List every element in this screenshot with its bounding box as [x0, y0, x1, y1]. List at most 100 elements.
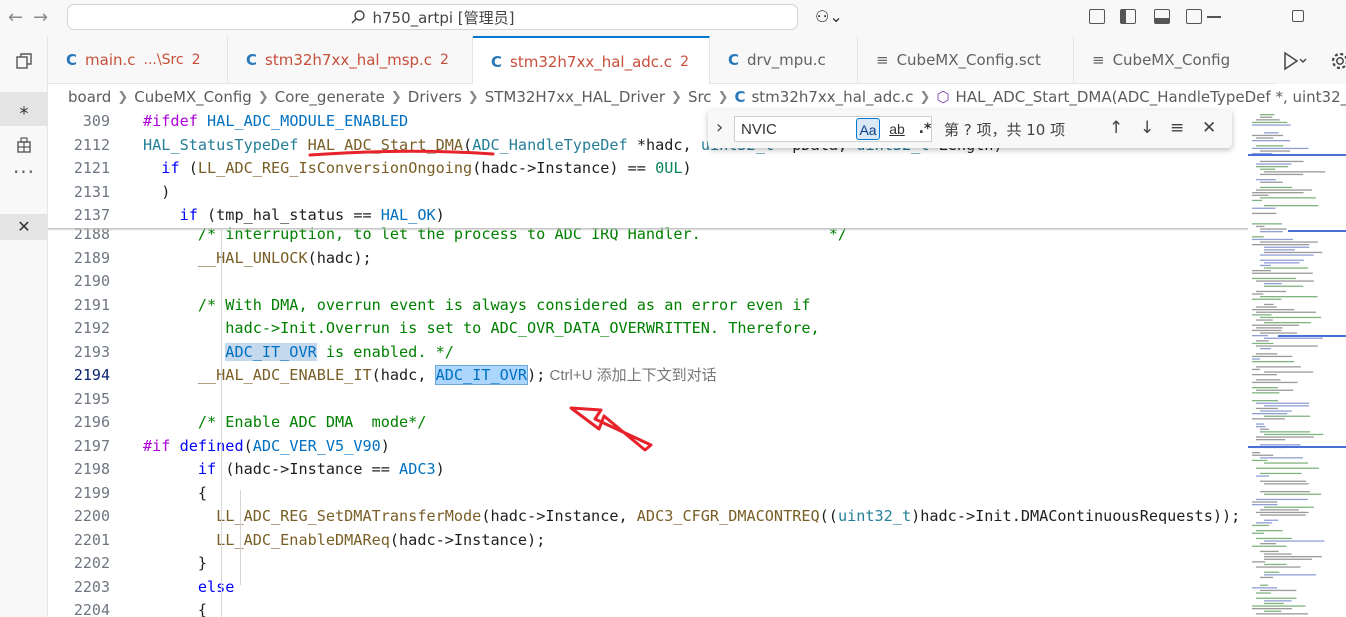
- toggle-replace-icon[interactable]: ›: [716, 117, 723, 138]
- minimap-line: [1256, 566, 1301, 568]
- close-icon[interactable]: ✕: [0, 214, 48, 240]
- minimap-line: [1264, 171, 1326, 173]
- minimap-line: [1256, 613, 1309, 615]
- code-line[interactable]: 2201 LL_ADC_EnableDMAReq(hadc->Instance)…: [48, 529, 1248, 552]
- run-debug-icon[interactable]: [1283, 51, 1307, 71]
- minimap-line: [1256, 439, 1286, 441]
- tab-hal-msp-c[interactable]: C stm32h7xx_hal_msp.c 2: [228, 36, 473, 84]
- tab-drv-mpu-c[interactable]: C drv_mpu.c: [710, 36, 858, 84]
- minimap-line: [1256, 522, 1273, 524]
- minimize-icon[interactable]: [1207, 16, 1221, 18]
- minimap-line: [1264, 556, 1322, 558]
- minimap-line: [1260, 589, 1297, 592]
- back-icon[interactable]: ←: [8, 7, 23, 28]
- minimap-line: [1264, 405, 1309, 407]
- tab-hal-adc-c[interactable]: C stm32h7xx_hal_adc.c 2 ✕: [473, 36, 710, 85]
- copilot-icon[interactable]: ⚇⌄: [815, 7, 843, 26]
- command-center-search[interactable]: h750_artpi [管理员]: [67, 4, 798, 30]
- minimap-line: [1252, 587, 1278, 589]
- minimap-line: [1256, 436, 1314, 438]
- minimap-match-marker: [1288, 230, 1346, 232]
- minimap-line: [1256, 407, 1278, 410]
- match-whole-word-toggle[interactable]: ab: [885, 118, 909, 140]
- breadcrumb-item[interactable]: STM32H7xx_HAL_Driver: [485, 88, 665, 106]
- c-file-icon: C: [728, 51, 740, 69]
- breadcrumb-item[interactable]: Core_generate: [275, 88, 385, 106]
- minimap-line: [1260, 197, 1316, 199]
- minimap-line: [1252, 192, 1304, 194]
- minimap-line: [1252, 452, 1261, 454]
- forward-icon[interactable]: →: [33, 7, 48, 28]
- minimap-line: [1264, 371, 1314, 373]
- minimap-line: [1264, 249, 1295, 251]
- code-line[interactable]: 2203 else: [48, 576, 1248, 599]
- minimap-line: [1260, 509, 1299, 511]
- minimap-line: [1264, 540, 1325, 542]
- minimap-line: [1256, 189, 1312, 191]
- minimap-line: [1260, 254, 1314, 256]
- use-regex-toggle[interactable]: .*: [913, 118, 937, 140]
- search-icon: [351, 10, 366, 24]
- minimap-line: [1260, 332, 1297, 334]
- c-file-icon: C: [491, 52, 503, 71]
- code-line[interactable]: 2204 {: [48, 599, 1248, 617]
- line-number: 2203: [73, 577, 110, 596]
- match-case-toggle[interactable]: Aa: [856, 118, 880, 140]
- tab-cubemx-config[interactable]: ≡ CubeMX_Config: [1074, 36, 1275, 84]
- minimap-match-marker: [1278, 335, 1346, 337]
- problem-badge: 2: [440, 52, 449, 68]
- minimap-line: [1256, 592, 1271, 594]
- minimap-line: [1256, 166, 1289, 168]
- minimap-line: [1252, 272, 1313, 274]
- minimap-line: [1264, 600, 1292, 602]
- minimap-line: [1264, 574, 1317, 576]
- minimap-line: [1256, 423, 1265, 425]
- minimap-line: [1252, 147, 1309, 150]
- next-match-icon[interactable]: ↓: [1140, 118, 1154, 138]
- minimap-line: [1256, 511, 1309, 514]
- extensions-icon[interactable]: [0, 136, 48, 159]
- minimap-line: [1260, 550, 1279, 553]
- toggle-primary-sidebar-icon[interactable]: [1120, 9, 1136, 24]
- minimap-line: [1260, 457, 1303, 459]
- tab-main-c[interactable]: C main.c ...\Src 2: [48, 36, 228, 84]
- toggle-secondary-sidebar-icon[interactable]: [1186, 9, 1202, 24]
- code-line[interactable]: 2200 LL_ADC_REG_SetDMATransferMode(hadc-…: [48, 505, 1248, 528]
- tab-label: CubeMX_Config: [1112, 51, 1231, 69]
- gear-icon[interactable]: [1330, 51, 1346, 71]
- minimap-line: [1260, 472, 1302, 475]
- breadcrumb-file[interactable]: stm32h7xx_hal_adc.c: [751, 88, 913, 106]
- more-icon[interactable]: ···: [0, 160, 48, 184]
- minimap-line: [1252, 238, 1294, 241]
- title-bar: ← → h750_artpi [管理员] ⚇⌄: [0, 0, 1346, 36]
- breadcrumb-item[interactable]: Src: [688, 88, 712, 106]
- minimap-line: [1252, 374, 1278, 376]
- minimap-line: [1256, 225, 1265, 228]
- minimap-line: [1252, 134, 1284, 137]
- restore-icon[interactable]: [1292, 10, 1304, 22]
- minimap-line: [1256, 379, 1281, 381]
- find-in-selection-icon[interactable]: ≡: [1170, 118, 1184, 138]
- chevron-right-icon: ❯: [467, 89, 479, 105]
- breadcrumb-item[interactable]: CubeMX_Config: [134, 88, 252, 106]
- toggle-panel-icon[interactable]: [1154, 9, 1170, 24]
- minimap-match-marker: [1248, 446, 1346, 448]
- code-line[interactable]: 2199 {: [48, 482, 1248, 505]
- minimap-line: [1264, 563, 1287, 566]
- explorer-icon[interactable]: [0, 52, 48, 75]
- close-icon[interactable]: ✕: [1202, 118, 1216, 138]
- code-editor[interactable]: 309 #ifdef HAL_ADC_MODULE_ENABLED 2112 HAL_…: [48, 110, 1248, 617]
- breadcrumb-item[interactable]: board: [68, 88, 111, 106]
- minimap-line: [1260, 160, 1304, 163]
- customize-layout-icon[interactable]: [1089, 9, 1105, 24]
- breadcrumb-item[interactable]: Drivers: [408, 88, 462, 106]
- minimap-line: [1256, 119, 1280, 121]
- code-line[interactable]: 2202 }: [48, 552, 1248, 575]
- minimap-line: [1256, 475, 1270, 477]
- tab-cubemx-config-sct[interactable]: ≡ CubeMX_Config.sct: [858, 36, 1074, 84]
- breadcrumb-symbol[interactable]: HAL_ADC_Start_DMA(ADC_HandleTypeDef *, u…: [956, 88, 1346, 106]
- minimap-line: [1264, 506, 1314, 508]
- previous-match-icon[interactable]: ↑: [1109, 118, 1123, 138]
- minimap[interactable]: [1248, 110, 1346, 617]
- remote-explorer-icon[interactable]: ⁎: [0, 92, 48, 126]
